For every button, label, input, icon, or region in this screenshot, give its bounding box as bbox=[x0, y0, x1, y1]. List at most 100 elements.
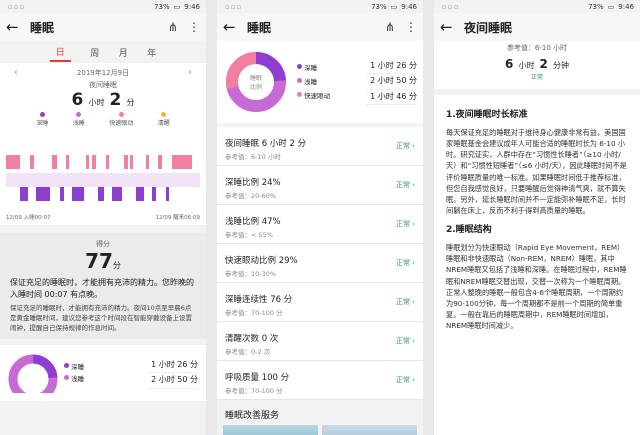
stage-segment-rem bbox=[172, 155, 192, 169]
metric-reference: 参考值：0-2 次 bbox=[225, 348, 271, 356]
score-label: 得分 bbox=[96, 240, 110, 248]
sleep-end-label: 12/09 醒来06:09 bbox=[155, 215, 200, 221]
night-sleep-label: 夜间睡眠 bbox=[89, 81, 117, 89]
sleep-start-label: 12/09 入睡00:07 bbox=[6, 215, 51, 221]
stage-segment-deep bbox=[166, 187, 169, 201]
metric-row[interactable]: 浅睡比例 47% 参考值：< 55% 正常 › bbox=[217, 205, 423, 244]
sleep-detail-panel: ▫▫▫ 73% ▭ 9:46 ← 睡眠 ⋔ ⋮ 睡眠 比例 深睡 浅睡 快速眼动… bbox=[217, 0, 423, 435]
page-title: 夜间睡眠 bbox=[464, 20, 513, 35]
period-tabs: 日 周 月 年 bbox=[0, 41, 206, 63]
score-value: 77 bbox=[85, 249, 113, 273]
tab-month[interactable]: 月 bbox=[119, 46, 128, 59]
metric-row[interactable]: 清醒次数 0 次参考值：0-2 次 正常 › bbox=[217, 322, 423, 361]
metric-label: 深睡比例 24% bbox=[225, 178, 281, 188]
stage-segment-rem bbox=[92, 155, 96, 169]
metric-row[interactable]: 呼吸质量 100 分参考值：70-100 分 正常 › bbox=[217, 361, 423, 400]
legend-deep: 深睡 bbox=[36, 112, 48, 127]
metric-row[interactable]: 深睡连续性 76 分参考值：70-100 分 正常 › bbox=[217, 283, 423, 322]
back-arrow-icon[interactable]: ← bbox=[223, 18, 241, 36]
share-icon[interactable]: ⋔ bbox=[385, 20, 395, 34]
stage-segment-deep bbox=[136, 187, 144, 201]
stage-segment-deep bbox=[72, 187, 84, 201]
tab-year[interactable]: 年 bbox=[147, 46, 156, 59]
bottom-legend-light: 浅睡 bbox=[64, 373, 84, 385]
stage-segment-deep bbox=[112, 187, 122, 201]
next-date-icon[interactable]: › bbox=[188, 67, 192, 78]
rem-sleep-value: 1 小时 46 分 bbox=[366, 90, 417, 106]
battery-icon: ▭ bbox=[173, 2, 181, 11]
metric-reference: 参考值：70-100 分 bbox=[225, 309, 283, 317]
prev-date-icon[interactable]: ‹ bbox=[14, 67, 18, 78]
metric-row[interactable]: 夜间睡眠 6 小时 2 分参考值：6-10 小时 正常 › bbox=[217, 127, 423, 166]
metric-status: 正常 › bbox=[395, 298, 415, 306]
stage-band-light bbox=[6, 173, 200, 187]
light-sleep-value: 2 小时 50 分 bbox=[366, 74, 417, 90]
metric-label: 快速眼动比例 29% bbox=[225, 256, 298, 266]
service-card-2[interactable] bbox=[322, 425, 417, 435]
metric-row[interactable]: 快速眼动比例 29% 参考值：10-30% 正常 › bbox=[217, 244, 423, 283]
metric-label: 浅睡比例 47% bbox=[225, 217, 281, 227]
sleep-ratio-pie: 睡眠 比例 bbox=[226, 52, 286, 112]
pie-center-label: 睡眠 bbox=[250, 74, 262, 82]
page-title: 睡眠 bbox=[247, 20, 272, 35]
legend-rem: 快速眼动 bbox=[297, 89, 330, 103]
metric-reference: 参考值：10-30% bbox=[225, 270, 277, 278]
advice-title: 保证充足的睡眠时，才能拥有充沛的精力。您昨晚的入睡时间 00:07 有点晚。 bbox=[10, 278, 194, 299]
tab-day[interactable]: 日 bbox=[49, 43, 71, 62]
sleep-day-panel: ▫▫▫ 73% ▭ 9:46 ← 睡眠 ⋔ ⋮ 日 周 月 年 ‹ 2019年1… bbox=[0, 0, 206, 435]
sleep-stage-chart bbox=[6, 155, 200, 201]
status-bar: ▫▫▫ 73% ▭ 9:46 bbox=[217, 0, 423, 13]
notification-icons: ▫▫▫ bbox=[442, 2, 460, 11]
stage-segment-deep bbox=[60, 187, 64, 201]
status-bar: ▫▫▫ 73% ▭ 9:46 bbox=[434, 0, 640, 13]
score-card: 得分 77分 保证充足的睡眠时，才能拥有充沛的精力。您昨晚的入睡时间 00:07… bbox=[0, 233, 206, 340]
header: ← 夜间睡眠 bbox=[434, 13, 640, 41]
section1-text: 每天保证充足的睡眠对于维持身心健康非常有益，美国国家睡眠基金会建议成年人可能合适… bbox=[446, 127, 627, 216]
metric-label: 呼吸质量 100 分 bbox=[225, 373, 290, 383]
metric-status: 正常 › bbox=[395, 337, 415, 345]
notification-icons: ▫▫▫ bbox=[8, 2, 26, 11]
sleep-duration: 6 小时 2 分钟 bbox=[505, 57, 569, 71]
deep-sleep-value: 1 小时 26 分 bbox=[366, 59, 417, 75]
night-sleep-info-panel: ▫▫▫ 73% ▭ 9:46 ← 夜间睡眠 参考值：6-10 小时 6 小时 2… bbox=[434, 0, 640, 435]
stage-segment-rem bbox=[106, 155, 109, 169]
improve-title: 睡眠改善服务 bbox=[225, 411, 280, 421]
share-icon[interactable]: ⋔ bbox=[168, 20, 178, 34]
metric-status: 正常 › bbox=[395, 259, 415, 267]
time-text: 9:46 bbox=[184, 2, 200, 11]
metric-reference: 参考值：70-100 分 bbox=[225, 387, 283, 395]
metric-label: 深睡连续性 76 分 bbox=[225, 295, 293, 305]
battery-icon: ▭ bbox=[607, 2, 615, 11]
header: ← 睡眠 ⋔ ⋮ bbox=[0, 13, 206, 41]
legend-light: 浅睡 bbox=[73, 112, 85, 127]
metric-row[interactable]: 深睡比例 24% 参考值：20-60% 正常 › bbox=[217, 166, 423, 205]
service-card-1[interactable] bbox=[223, 425, 318, 435]
time-text: 9:46 bbox=[401, 2, 417, 11]
back-arrow-icon[interactable]: ← bbox=[6, 18, 24, 36]
time-text: 9:46 bbox=[618, 2, 634, 11]
header: ← 睡眠 ⋔ ⋮ bbox=[217, 13, 423, 41]
tab-week[interactable]: 周 bbox=[90, 46, 99, 59]
page-title: 睡眠 bbox=[30, 20, 55, 35]
back-arrow-icon[interactable]: ← bbox=[440, 18, 458, 36]
stage-segment-rem bbox=[130, 155, 133, 169]
stage-segment-rem bbox=[158, 155, 162, 169]
stage-segment-rem bbox=[146, 155, 149, 169]
date-label: 2019年12月9日 bbox=[76, 68, 130, 77]
section1-title: 1.夜间睡眠时长标准 bbox=[446, 110, 528, 120]
article: 1.夜间睡眠时长标准 每天保证充足的睡眠对于维持身心健康非常有益，美国国家睡眠基… bbox=[434, 95, 640, 435]
sleep-ratio-pie-small bbox=[8, 354, 58, 394]
stage-segment-deep bbox=[20, 187, 28, 201]
legend-awake: 清醒 bbox=[158, 112, 170, 127]
metric-reference: 参考值：< 55% bbox=[225, 231, 273, 239]
light-sleep-value: 2 小时 50 分 bbox=[147, 373, 198, 389]
notification-icons: ▫▫▫ bbox=[225, 2, 243, 11]
metric-label: 清醒次数 0 次 bbox=[225, 334, 279, 344]
sleep-duration: 6 小时 2 分 bbox=[71, 90, 135, 110]
more-icon[interactable]: ⋮ bbox=[188, 20, 200, 34]
stage-segment-rem bbox=[6, 155, 20, 169]
metric-reference: 参考值：6-10 小时 bbox=[225, 153, 281, 161]
stage-segment-rem bbox=[66, 155, 69, 169]
more-icon[interactable]: ⋮ bbox=[405, 20, 417, 34]
metric-list: 夜间睡眠 6 小时 2 分参考值：6-10 小时 正常 › 深睡比例 24% 参考值：… bbox=[217, 127, 423, 400]
